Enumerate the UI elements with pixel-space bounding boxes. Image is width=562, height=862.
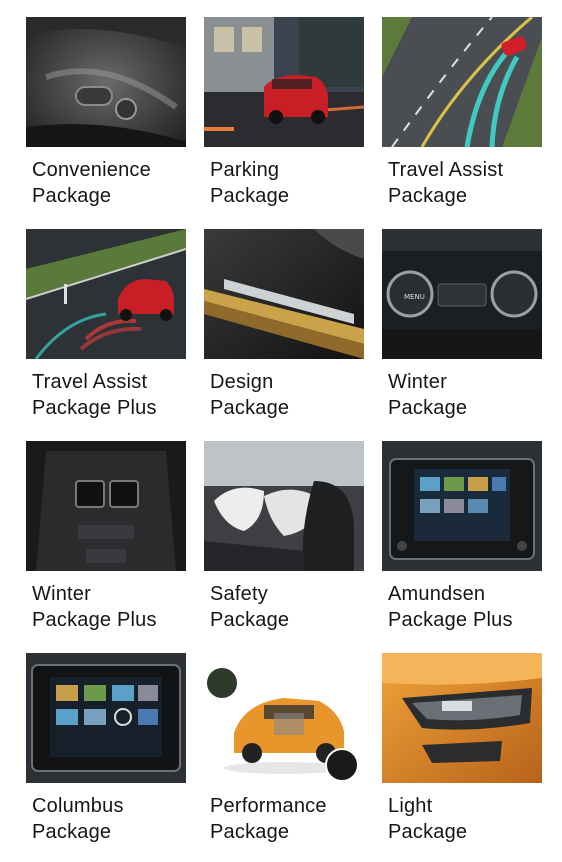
seat-controls-image — [26, 17, 186, 147]
package-label: Convenience Package — [32, 159, 151, 207]
airbags-image — [204, 441, 364, 571]
package-label: Performance Package — [210, 795, 327, 843]
package-label: Winter Package — [388, 371, 468, 419]
climate-dials-image: MENU — [382, 229, 542, 359]
door-sill-image — [204, 229, 364, 359]
package-tile-amundsen-plus[interactable]: Amundsen Package Plus — [382, 441, 542, 641]
road-lane-assist-image — [382, 17, 542, 147]
infotainment-screen-image — [382, 441, 542, 571]
package-tile-winter-plus[interactable]: Winter Package Plus — [26, 441, 186, 641]
package-tile-safety[interactable]: Safety Package — [204, 441, 364, 641]
package-label: Parking Package — [210, 159, 290, 207]
package-tile-design[interactable]: Design Package — [204, 229, 364, 429]
package-tile-parking[interactable]: Parking Package — [204, 17, 364, 217]
package-label: Light Package — [388, 795, 468, 843]
package-label: Travel Assist Package Plus — [32, 371, 157, 419]
package-label: Winter Package Plus — [32, 583, 157, 631]
package-tile-light[interactable]: Light Package — [382, 653, 542, 853]
package-label: Amundsen Package Plus — [388, 583, 513, 631]
package-label: Columbus Package — [32, 795, 124, 843]
package-tile-convenience[interactable]: Convenience Package — [26, 17, 186, 217]
package-label: Travel Assist Package — [388, 159, 504, 207]
rear-vents-image — [26, 441, 186, 571]
parking-sensors-image — [26, 229, 186, 359]
package-tile-performance[interactable]: Performance Package — [204, 653, 364, 853]
package-label: Design Package — [210, 371, 290, 419]
package-tile-travel-assist[interactable]: Travel Assist Package — [382, 17, 542, 217]
package-label: Safety Package — [210, 583, 290, 631]
orange-suv-xray-image — [204, 653, 364, 783]
navigation-screen-image — [26, 653, 186, 783]
red-suv-parking-image — [204, 17, 364, 147]
headlight-image — [382, 653, 542, 783]
package-tile-travel-assist-plus[interactable]: Travel Assist Package Plus — [26, 229, 186, 429]
package-tile-columbus[interactable]: Columbus Package — [26, 653, 186, 853]
package-tile-winter[interactable]: MENU Winter Package — [382, 229, 542, 429]
svg-text:MENU: MENU — [404, 293, 425, 301]
